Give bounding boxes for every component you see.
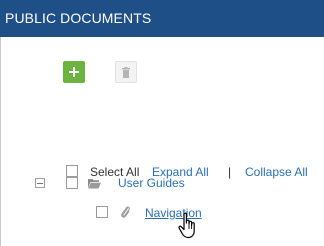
paperclip-icon — [121, 206, 130, 218]
select-all-checkbox[interactable] — [66, 165, 78, 177]
delete-button[interactable] — [115, 61, 137, 83]
add-button[interactable] — [63, 61, 85, 83]
document-checkbox[interactable] — [96, 206, 108, 218]
panel-title: PUBLIC DOCUMENTS — [5, 10, 152, 26]
panel-border — [0, 37, 1, 246]
separator: | — [228, 165, 232, 179]
collapse-all-link[interactable]: Collapse All — [245, 165, 308, 179]
tree-item-user-guides[interactable]: User Guides — [118, 176, 185, 190]
panel-header: PUBLIC DOCUMENTS — [0, 0, 324, 37]
hand-pointer-cursor-icon — [178, 212, 195, 239]
folder-open-icon — [88, 179, 101, 189]
collapse-minus-icon[interactable] — [35, 178, 45, 188]
folder-checkbox[interactable] — [66, 177, 78, 189]
trash-icon — [122, 66, 130, 78]
plus-icon — [69, 67, 79, 77]
